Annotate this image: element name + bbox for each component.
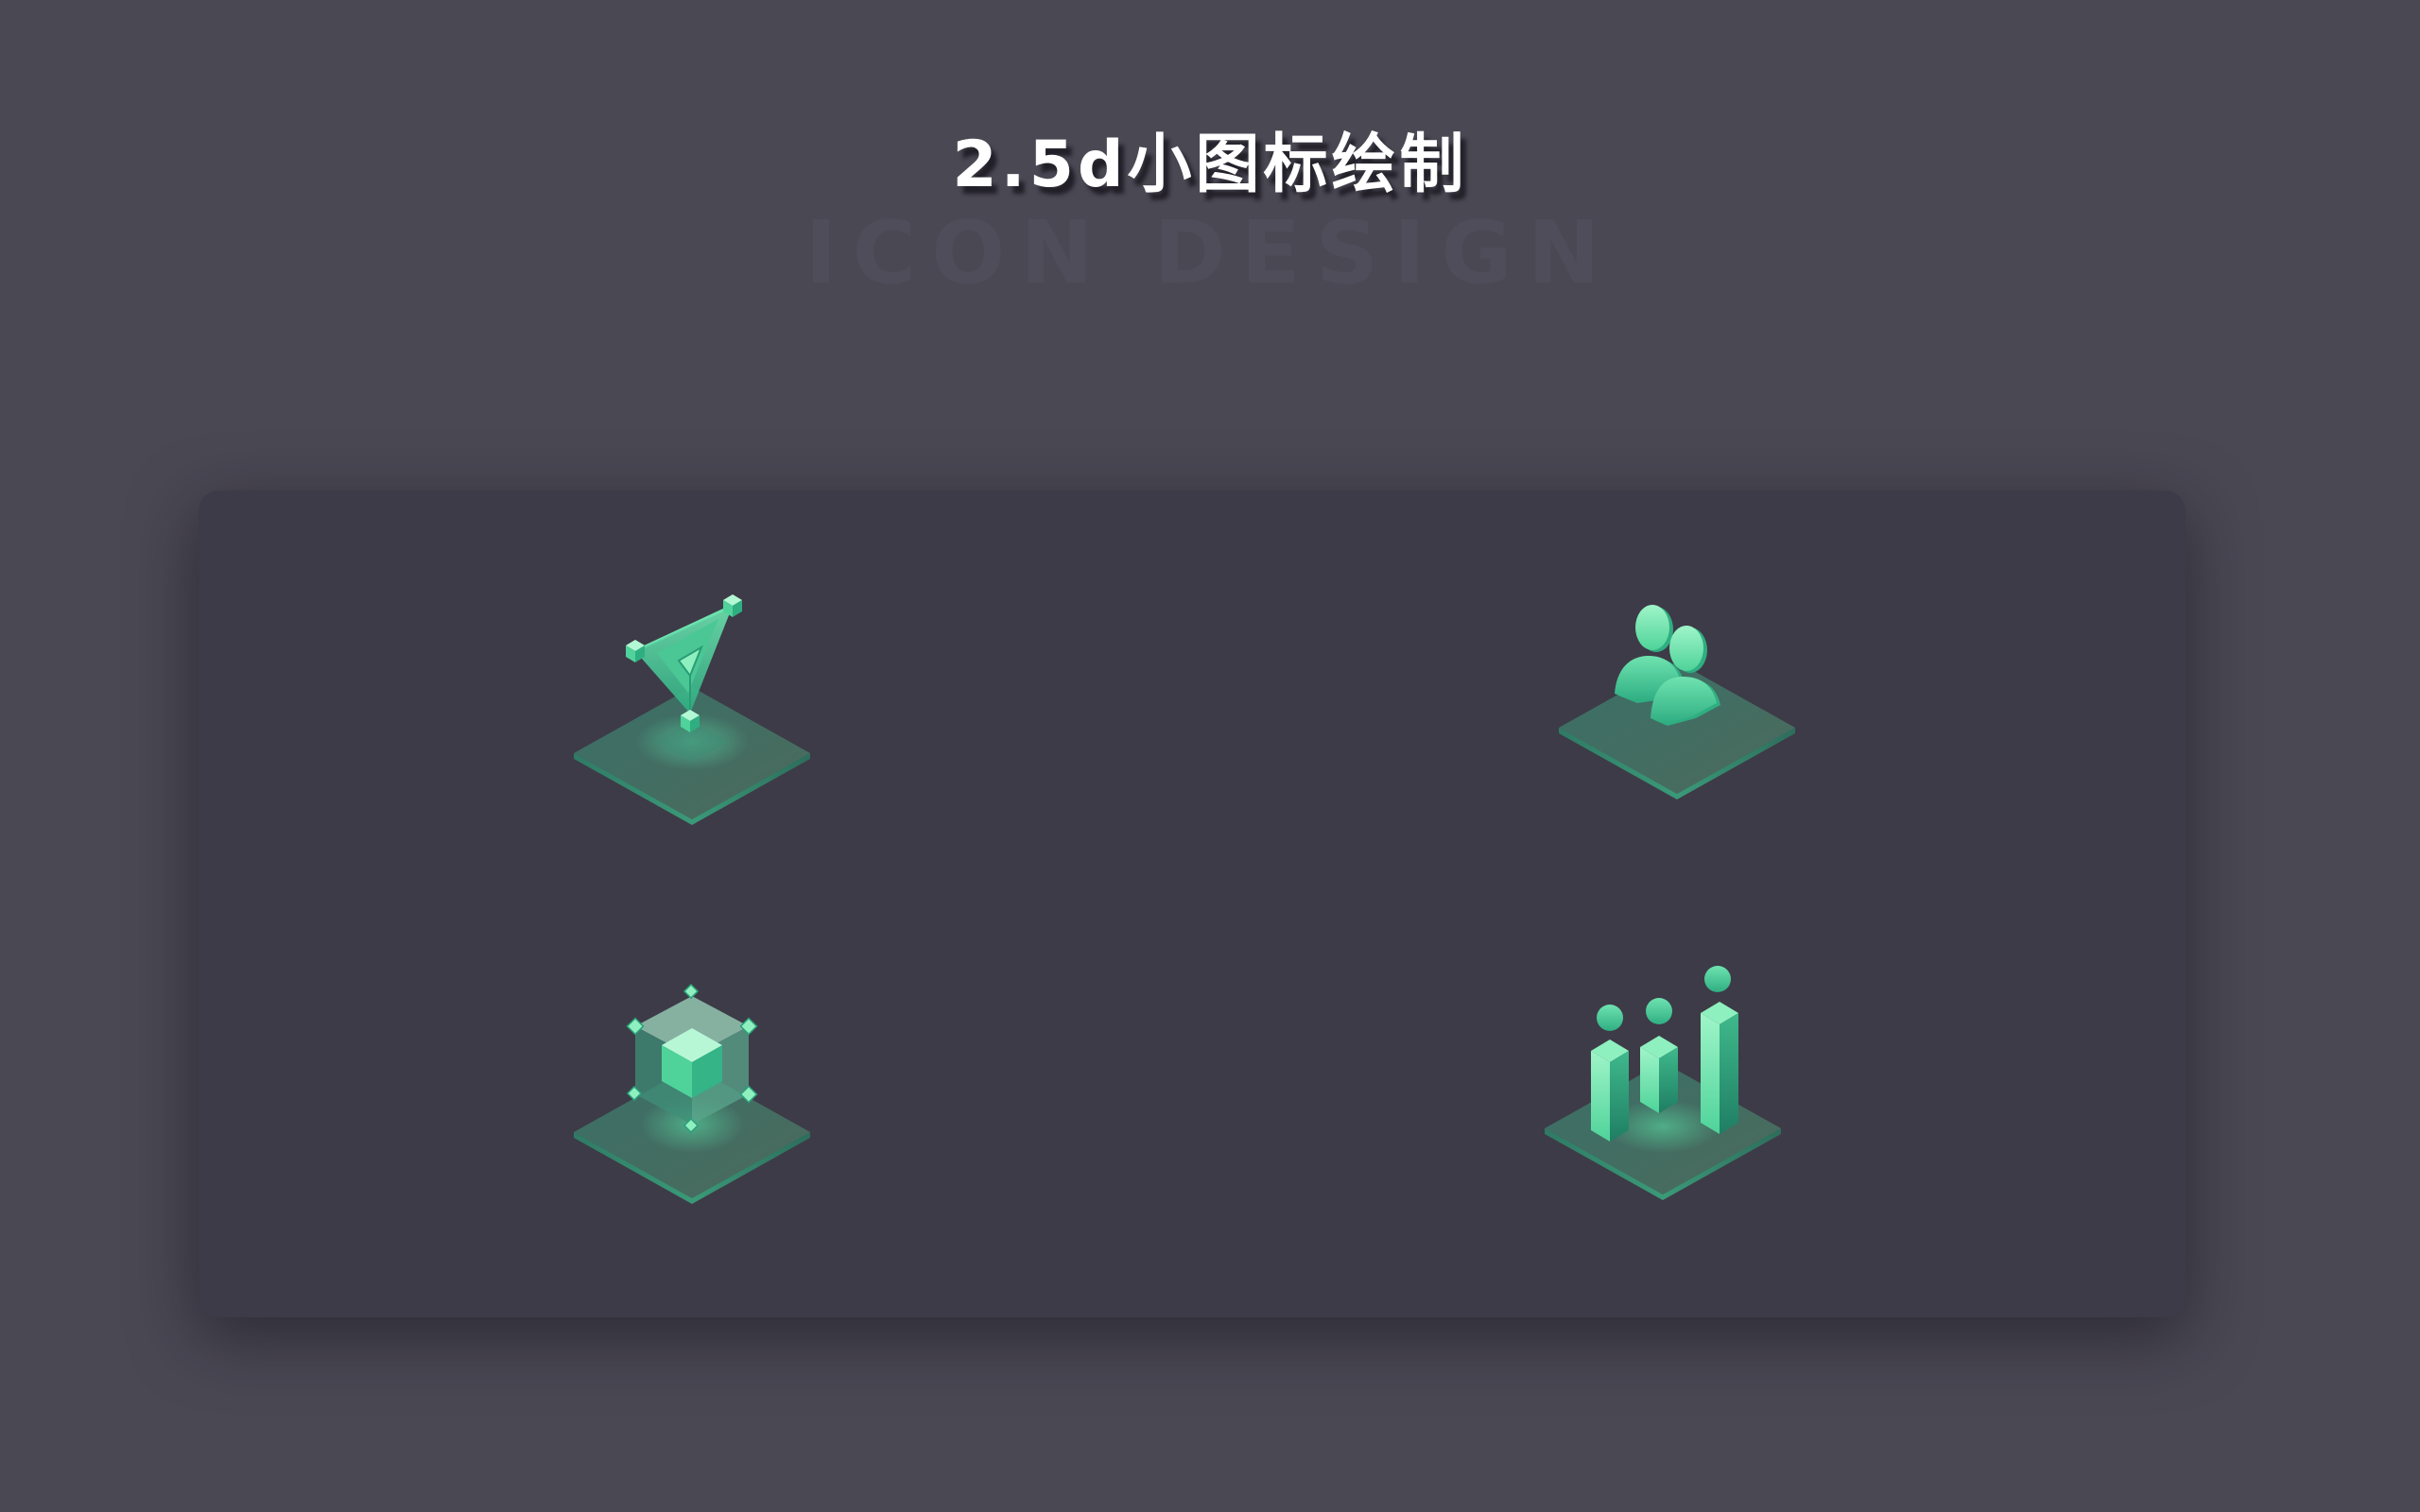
cube-3d-icon bbox=[567, 973, 822, 1210]
page-title: 2.5d小图标绘制 bbox=[952, 128, 1468, 202]
page-subtitle: ICON DESIGN bbox=[804, 202, 1616, 303]
vector-pen-icon bbox=[567, 581, 822, 827]
users-icon bbox=[1552, 593, 1807, 811]
bar-chart-icon bbox=[1538, 956, 1812, 1211]
icon-panel bbox=[199, 490, 2186, 1317]
